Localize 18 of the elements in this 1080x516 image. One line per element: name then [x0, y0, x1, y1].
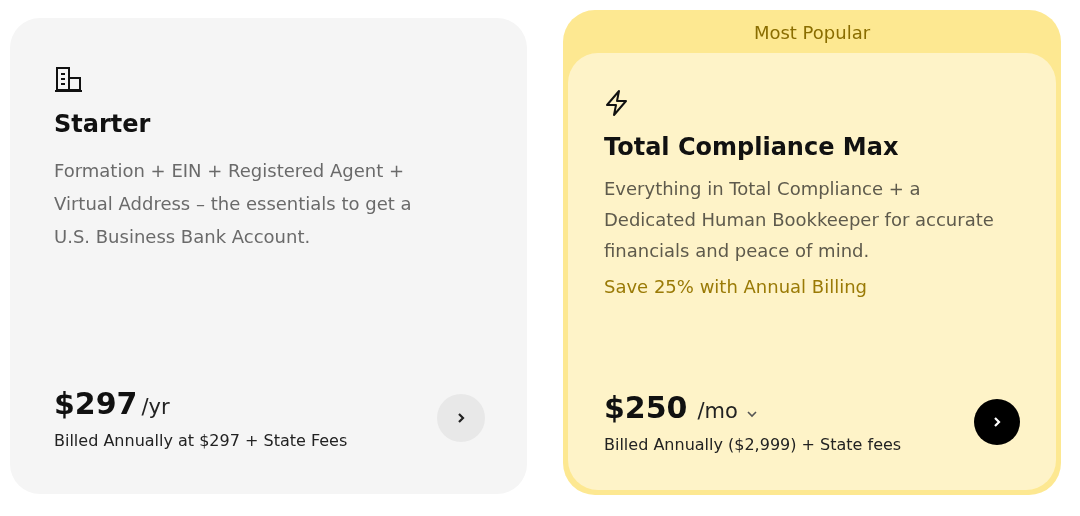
lightning-icon — [604, 89, 630, 117]
plan-title: Starter — [54, 110, 151, 138]
billing-period: /mo — [697, 399, 738, 423]
caret-icon[interactable] — [745, 410, 758, 418]
price: $250 — [604, 390, 688, 425]
next-button[interactable] — [974, 399, 1020, 445]
chevron-right-icon — [455, 411, 467, 425]
savings-note: Save 25% with Annual Billing — [604, 276, 868, 297]
chevron-right-icon — [991, 415, 1003, 429]
plan-description: Formation + EIN + Registered Agent + Virtual Address – the essentials to get a U.S. Business Bank Account. — [54, 159, 413, 249]
billing-note: Billed Annually at $297 + State Fees — [54, 431, 348, 450]
billing-note: Billed Annually ($2,999) + State fees — [604, 435, 902, 454]
price: $297 — [54, 386, 138, 421]
building-icon — [54, 66, 84, 94]
billing-period: /yr — [141, 395, 170, 419]
plan-description: Everything in Total Compliance + a Dedicated Human Bookkeeper for accurate financials and peace of mind. — [604, 177, 995, 263]
popular-label: Most Popular — [753, 21, 871, 45]
plan-title: Total Compliance Max — [604, 133, 899, 161]
